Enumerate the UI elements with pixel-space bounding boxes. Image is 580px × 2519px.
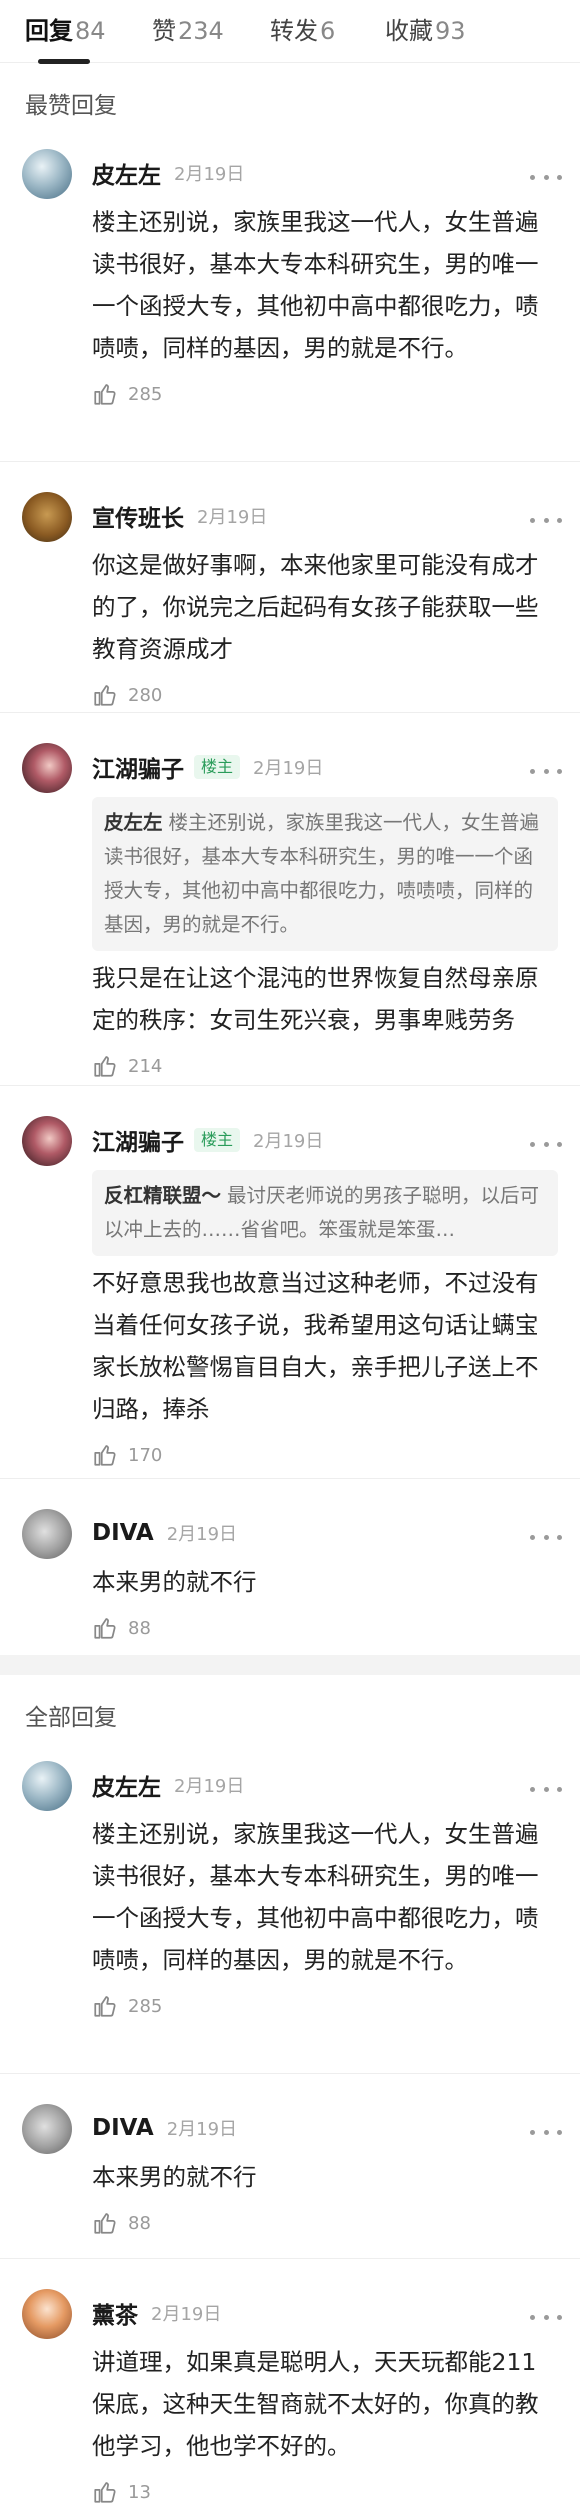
quoted-reply[interactable]: 反杠精联盟～ 最讨厌老师说的男孩子聪明，以后可以冲上去的……省省吧。笨蛋就是笨蛋… <box>92 1170 558 1256</box>
reply-date: 2月19日 <box>174 1776 245 1797</box>
tab-favorites[interactable]: 收藏93 <box>385 14 466 48</box>
reply-tabs: 回复84 赞234 转发6 收藏93 <box>0 0 580 64</box>
like-count: 170 <box>128 1444 163 1466</box>
more-dots-icon[interactable] <box>530 1779 562 1799</box>
more-dots-icon[interactable] <box>530 510 562 530</box>
active-tab-indicator <box>38 59 90 64</box>
like-button[interactable]: 280 <box>92 678 558 712</box>
reply-date: 2月19日 <box>151 2304 222 2325</box>
thumbs-up-icon <box>94 1056 116 1077</box>
tab-count: 6 <box>320 17 336 45</box>
like-count: 285 <box>128 1995 163 2017</box>
tab-likes[interactable]: 赞234 <box>152 14 224 48</box>
tab-count: 234 <box>178 17 224 45</box>
more-dots-icon[interactable] <box>530 1527 562 1547</box>
tab-label: 收藏 <box>385 17 433 45</box>
section-divider <box>0 1655 580 1675</box>
reply-text: 讲道理，如果真是聪明人，天天玩都能211保底，这种天生智商就不太好的，你真的教他… <box>92 2348 539 2460</box>
like-button[interactable]: 285 <box>92 1989 558 2023</box>
tab-reposts[interactable]: 转发6 <box>270 14 335 48</box>
reply-item: DIVA 2月19日 本来男的就不行 88 <box>0 1479 580 1655</box>
op-badge: 楼主 <box>194 755 241 779</box>
like-count: 88 <box>128 1617 151 1639</box>
hot-replies-title: 最赞回复 <box>25 93 117 119</box>
reply-item: 皮左左 2月19日 楼主还别说，家族里我这一代人，女生普遍读书很好，基本大专本科… <box>0 149 580 462</box>
reply-author-name[interactable]: 薰茶 <box>92 2296 138 2330</box>
thumbs-up-icon <box>94 384 116 405</box>
thumbs-up-icon <box>94 1618 116 1639</box>
reply-date: 2月19日 <box>174 164 245 185</box>
reply-date: 2月19日 <box>166 1524 238 1545</box>
reply-date: 2月19日 <box>253 758 324 779</box>
reply-text: 楼主还别说，家族里我这一代人，女生普遍读书很好，基本大专本科研究生，男的唯一一个… <box>92 208 539 362</box>
like-button[interactable]: 88 <box>92 1611 558 1645</box>
tab-count: 84 <box>75 17 106 45</box>
thumbs-up-icon <box>94 685 116 706</box>
reply-author-name[interactable]: DIVA <box>92 2115 154 2141</box>
tab-replies[interactable]: 回复84 <box>25 14 106 48</box>
reply-text: 楼主还别说，家族里我这一代人，女生普遍读书很好，基本大专本科研究生，男的唯一一个… <box>92 1820 539 1974</box>
like-count: 214 <box>128 1055 163 1077</box>
reply-text: 不好意思我也故意当过这种老师，不过没有当着任何女孩子说，我希望用这句话让螨宝家长… <box>92 1269 539 1423</box>
op-badge: 楼主 <box>194 1128 241 1152</box>
like-button[interactable]: 88 <box>92 2206 558 2240</box>
more-dots-icon[interactable] <box>530 167 562 187</box>
like-button[interactable]: 170 <box>92 1438 558 1472</box>
avatar[interactable] <box>22 2289 72 2339</box>
like-count: 285 <box>128 383 163 405</box>
avatar[interactable] <box>22 1116 72 1166</box>
like-count: 280 <box>128 684 163 706</box>
reply-item: 江湖骗子 楼主 2月19日 反杠精联盟～ 最讨厌老师说的男孩子聪明，以后可以冲上去… <box>0 1086 580 1479</box>
reply-item: 江湖骗子 楼主 2月19日 皮左左 楼主还别说，家族里我这一代人，女生普遍读书很好… <box>0 713 580 1086</box>
like-count: 88 <box>128 2212 151 2234</box>
more-dots-icon[interactable] <box>530 1134 562 1154</box>
thumbs-up-icon <box>94 1996 116 2017</box>
avatar[interactable] <box>22 492 72 542</box>
thumbs-up-icon <box>94 2213 116 2234</box>
quoted-author: 反杠精联盟～ <box>104 1184 222 1207</box>
reply-item: 薰茶 2月19日 讲道理，如果真是聪明人，天天玩都能211保底，这种天生智商就不… <box>0 2259 580 2519</box>
like-count: 13 <box>128 2481 151 2503</box>
tab-label: 回复 <box>25 17 73 45</box>
reply-item: 宣传班长 2月19日 你这是做好事啊，本来他家里可能没有成才的了，你说完之后起码… <box>0 462 580 713</box>
tab-label: 赞 <box>152 17 176 45</box>
avatar[interactable] <box>22 149 72 199</box>
reply-date: 2月19日 <box>166 2119 238 2140</box>
reply-item: DIVA 2月19日 本来男的就不行 88 <box>0 2074 580 2259</box>
reply-author-name[interactable]: 宣传班长 <box>92 499 184 533</box>
like-button[interactable]: 214 <box>92 1049 558 1083</box>
like-button[interactable]: 285 <box>92 377 558 411</box>
more-dots-icon[interactable] <box>530 2122 562 2142</box>
more-dots-icon[interactable] <box>530 761 562 781</box>
more-dots-icon[interactable] <box>530 2307 562 2327</box>
reply-text: 你这是做好事啊，本来他家里可能没有成才的了，你说完之后起码有女孩子能获取一些教育… <box>92 551 539 663</box>
reply-date: 2月19日 <box>253 1131 324 1152</box>
tab-label: 转发 <box>270 17 318 45</box>
avatar[interactable] <box>22 743 72 793</box>
reply-author-name[interactable]: DIVA <box>92 1520 154 1546</box>
reply-author-name[interactable]: 江湖骗子 <box>92 1123 184 1157</box>
quoted-reply[interactable]: 皮左左 楼主还别说，家族里我这一代人，女生普遍读书很好，基本大专本科研究生，男的唯… <box>92 797 558 951</box>
reply-text: 本来男的就不行 <box>92 1568 257 1596</box>
thumbs-up-icon <box>94 2482 116 2503</box>
reply-author-name[interactable]: 江湖骗子 <box>92 750 184 784</box>
all-replies-title: 全部回复 <box>25 1705 117 1731</box>
reply-author-name[interactable]: 皮左左 <box>92 1768 161 1802</box>
like-button[interactable]: 13 <box>92 2475 558 2509</box>
quoted-text: 楼主还别说，家族里我这一代人，女生普遍读书很好，基本大专本科研究生，男的唯一一个… <box>104 811 540 936</box>
reply-author-name[interactable]: 皮左左 <box>92 156 161 190</box>
reply-item: 皮左左 2月19日 楼主还别说，家族里我这一代人，女生普遍读书很好，基本大专本科… <box>0 1761 580 2074</box>
thumbs-up-icon <box>94 1445 116 1466</box>
reply-text: 我只是在让这个混沌的世界恢复自然母亲原定的秩序：女司生死兴衰，男事卑贱劳务 <box>92 964 539 1034</box>
avatar[interactable] <box>22 1761 72 1811</box>
reply-date: 2月19日 <box>197 507 268 528</box>
avatar[interactable] <box>22 2104 72 2154</box>
tab-count: 93 <box>435 17 466 45</box>
quoted-author: 皮左左 <box>104 811 163 834</box>
reply-text: 本来男的就不行 <box>92 2163 257 2191</box>
avatar[interactable] <box>22 1509 72 1559</box>
